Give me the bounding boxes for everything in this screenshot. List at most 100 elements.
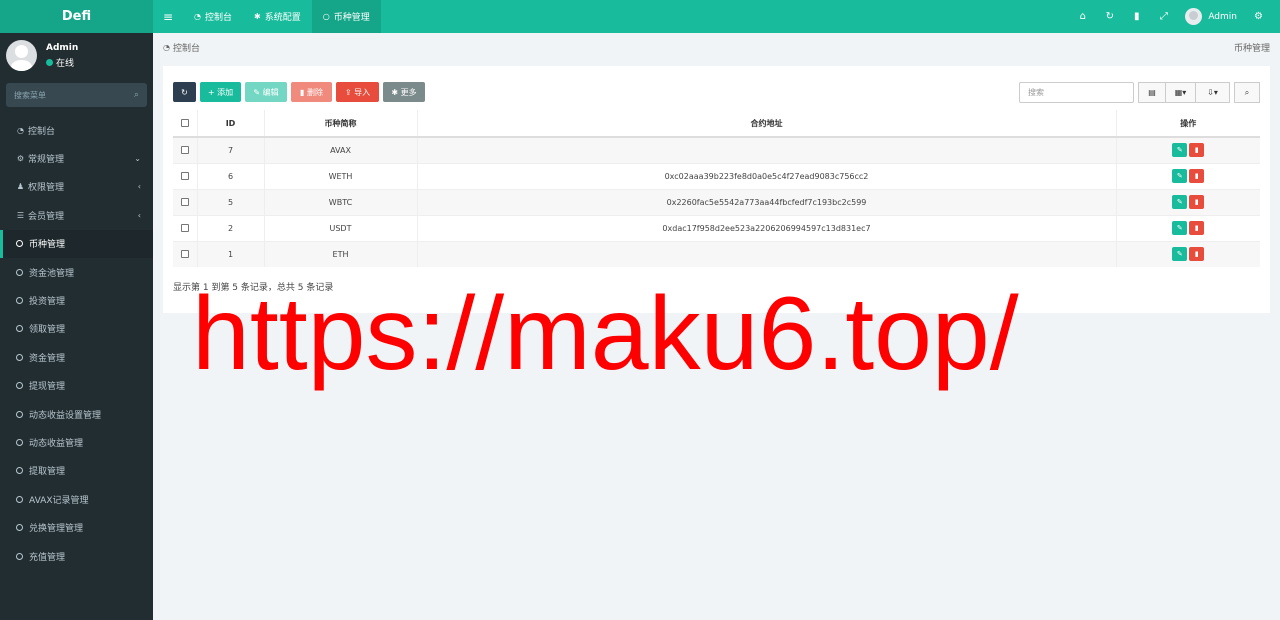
table-row: 6 WETH 0xc02aaa39b223fe8d0a0e5c4f27ead90… [173, 162, 1260, 189]
cell-symbol: WETH [264, 162, 418, 189]
row-checkbox[interactable] [180, 172, 189, 180]
menu-toggle-button[interactable]: ≡ [153, 0, 183, 33]
sidebar-item-dynamic-yield-settings[interactable]: 动态收益设置管理 [0, 400, 153, 428]
top-navbar: Defi ≡ ◔ 控制台 ✱ 系统配置 ○ 币种管理 ⌂ ↻ ▮ ⤢ Admin ⚙ [0, 0, 1280, 33]
row-select-cell [173, 240, 198, 267]
cell-id: 7 [197, 136, 265, 163]
home-button[interactable]: ⌂ [1069, 0, 1096, 33]
import-button[interactable]: ⇪ 导入 [336, 82, 379, 102]
user-menu[interactable]: Admin [1177, 8, 1245, 25]
view-toggle-group: ▤ ▦▾ ⇩▾ [1138, 82, 1230, 103]
cell-symbol: ETH [264, 240, 418, 267]
select-all-checkbox[interactable] [180, 119, 189, 127]
edit-label: 编辑 [262, 87, 279, 97]
table-search-input[interactable] [1019, 82, 1134, 103]
sidebar-item-coins[interactable]: 币种管理 [0, 229, 153, 258]
row-select-cell [173, 214, 198, 241]
export-dropdown[interactable]: ⇩▾ [1196, 82, 1230, 103]
circle-icon [16, 524, 23, 532]
tab-label: 控制台 [204, 13, 232, 23]
sidebar-item-exchange[interactable]: 兑换管理管理 [0, 513, 153, 541]
sidebar-item-label: 资金池管理 [29, 268, 75, 279]
cog-icon: ✱ [391, 87, 401, 97]
refresh-icon: ↻ [1105, 11, 1114, 22]
row-delete-button[interactable]: ▮ [1189, 143, 1205, 158]
more-button[interactable]: ✱ 更多 [383, 82, 425, 102]
sidebar-item-avax-records[interactable]: AVAX记录管理 [0, 485, 153, 513]
app-logo[interactable]: Defi [0, 0, 153, 33]
circle-icon [16, 297, 23, 305]
col-id[interactable]: ID [197, 110, 265, 138]
import-label: 导入 [354, 87, 371, 97]
edit-button[interactable]: ✎ 编辑 [245, 82, 287, 102]
row-checkbox[interactable] [180, 146, 189, 155]
sidebar-item-funds[interactable]: 资金管理 [0, 343, 153, 371]
row-checkbox[interactable] [180, 250, 189, 259]
cell-symbol: USDT [264, 214, 418, 241]
settings-button[interactable]: ⚙ [1245, 0, 1272, 33]
user-panel: Admin 在线 [0, 33, 153, 78]
sidebar-item-label: 领取管理 [29, 325, 66, 336]
group-icon: ♟ [16, 182, 25, 192]
refresh-button[interactable]: ↻ [173, 82, 196, 102]
sidebar-item-investments[interactable]: 投资管理 [0, 286, 153, 314]
sidebar-item-recharge[interactable]: 充值管理 [0, 542, 153, 570]
circle-icon [16, 552, 23, 560]
common-search-button[interactable]: ⌕ [1234, 82, 1260, 103]
sidebar-item-label: 兑换管理管理 [29, 524, 84, 535]
fullscreen-icon: ⤢ [1159, 11, 1168, 22]
row-delete-button[interactable]: ▮ [1189, 221, 1205, 235]
refresh-button[interactable]: ↻ [1096, 0, 1123, 33]
col-address[interactable]: 合约地址 [417, 110, 1117, 138]
cell-address: 0xdac17f958d2ee523a2206206994597c13d831e… [417, 214, 1117, 241]
sidebar-item-label: 权限管理 [28, 183, 65, 194]
sidebar-item-general[interactable]: ⚙ 常规管理 ⌄ [0, 144, 153, 172]
cell-symbol: AVAX [264, 136, 418, 163]
row-edit-button[interactable]: ✎ [1172, 221, 1188, 235]
tab-system-config[interactable]: ✱ 系统配置 [243, 0, 312, 33]
toggle-view-button[interactable]: ▤ [1138, 82, 1166, 103]
fullscreen-button[interactable]: ⤢ [1150, 0, 1177, 33]
menu-search-input[interactable] [14, 90, 134, 100]
row-edit-button[interactable]: ✎ [1172, 195, 1188, 209]
sidebar-item-claims[interactable]: 领取管理 [0, 315, 153, 343]
table-header-row: ID 币种简称 合约地址 操作 [173, 110, 1260, 138]
sidebar-item-withdrawals[interactable]: 提现管理 [0, 372, 153, 400]
sidebar-item-permissions[interactable]: ♟ 权限管理 ‹ [0, 173, 153, 201]
row-edit-button[interactable]: ✎ [1172, 247, 1188, 262]
row-delete-button[interactable]: ▮ [1189, 195, 1205, 209]
add-button[interactable]: + 添加 [200, 82, 241, 102]
sidebar-item-label: 提取管理 [29, 467, 66, 478]
row-edit-button[interactable]: ✎ [1172, 169, 1188, 183]
sidebar-item-label: 币种管理 [29, 240, 66, 251]
col-symbol[interactable]: 币种简称 [264, 110, 418, 138]
clear-cache-button[interactable]: ▮ [1123, 0, 1150, 33]
breadcrumb-home[interactable]: 控制台 [173, 41, 200, 54]
sidebar-item-extractions[interactable]: 提取管理 [0, 457, 153, 485]
sidebar-item-fund-pool[interactable]: 资金池管理 [0, 258, 153, 286]
search-icon[interactable]: ⌕ [134, 90, 139, 100]
row-edit-button[interactable]: ✎ [1172, 143, 1188, 158]
select-all-cell [173, 110, 198, 138]
table-row: 7 AVAX ✎ ▮ [173, 136, 1260, 163]
status-badge: 在线 [46, 56, 78, 69]
home-icon: ⌂ [1079, 11, 1086, 22]
sidebar-item-dashboard[interactable]: ◔ 控制台 [0, 116, 153, 144]
sidebar-item-members[interactable]: ☰ 会员管理 ‹ [0, 201, 153, 229]
tab-dashboard[interactable]: ◔ 控制台 [183, 0, 243, 33]
table-icon: ▤ [1148, 88, 1156, 97]
row-delete-button[interactable]: ▮ [1189, 247, 1205, 262]
tab-coin-management[interactable]: ○ 币种管理 [311, 0, 381, 33]
upload-icon: ⇪ [344, 87, 355, 97]
row-delete-button[interactable]: ▮ [1189, 169, 1205, 183]
trash-icon: ▮ [1194, 198, 1199, 206]
sidebar-item-label: 控制台 [28, 126, 56, 137]
delete-button[interactable]: ▮ 删除 [291, 82, 332, 102]
sidebar-item-dynamic-yield[interactable]: 动态收益管理 [0, 428, 153, 456]
row-checkbox[interactable] [180, 198, 189, 206]
row-checkbox[interactable] [180, 224, 189, 232]
dashboard-icon: ◔ [194, 12, 201, 21]
columns-dropdown[interactable]: ▦▾ [1166, 82, 1196, 103]
toolbar: ↻ + 添加 ✎ 编辑 ▮ 删除 ⇪ 导入 ✱ 更多 [173, 82, 429, 102]
add-label: 添加 [217, 87, 234, 97]
